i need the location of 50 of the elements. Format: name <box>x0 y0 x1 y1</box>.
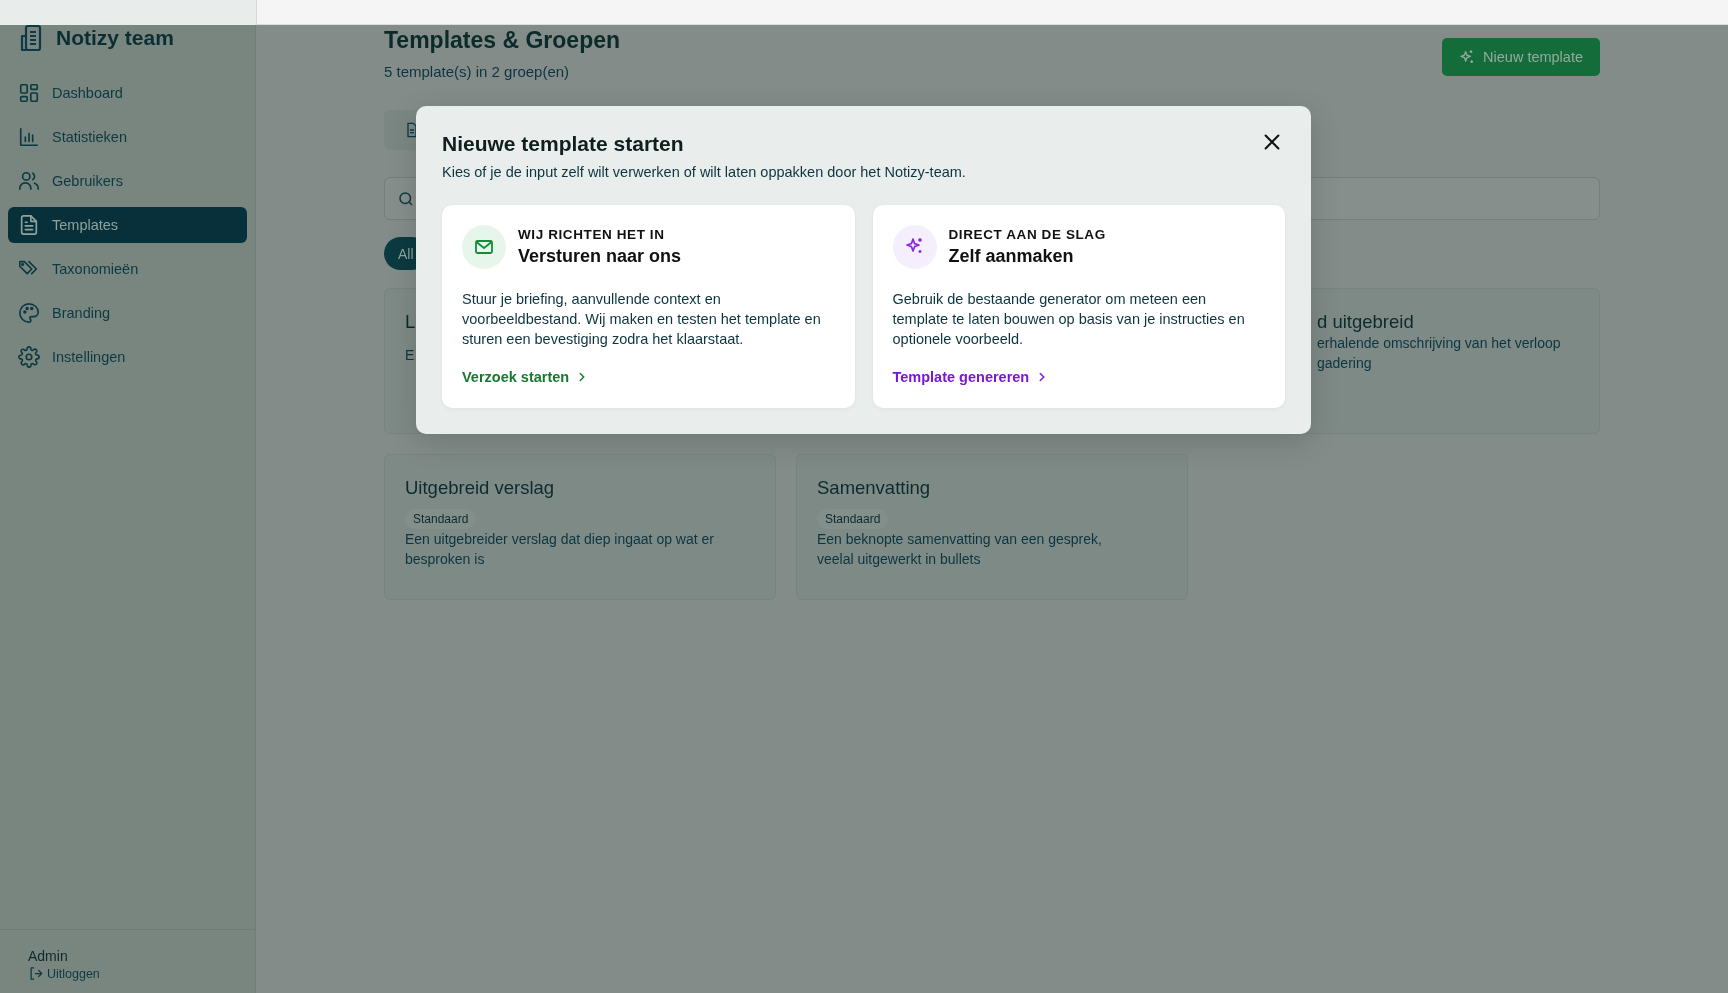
option-eyebrow: WIJ RICHTEN HET IN <box>518 227 666 242</box>
template-card[interactable]: Uitgebreid verslag Standaard Een uitgebreider verslag dat diep ingaat op wat er besproken is <box>384 454 776 600</box>
card-description: veelal uitgewerkt in bullets <box>817 550 981 569</box>
tag-label: Standaard <box>405 509 477 529</box>
new-template-button[interactable]: Nieuw template <box>1442 38 1600 76</box>
sidebar-item[interactable]: Statistieken <box>8 119 247 155</box>
sidebar-item[interactable]: Templates <box>8 207 247 243</box>
card-title: Samenvatting <box>817 477 931 499</box>
tag-label: Standaard <box>817 509 889 529</box>
dashboard-icon <box>18 82 40 104</box>
option-eyebrow: DIRECT AAN DE SLAG <box>948 227 1106 242</box>
card-title: Uitgebreid verslag <box>405 477 555 499</box>
sidebar-item[interactable]: Dashboard <box>8 75 247 111</box>
sparkle-icon <box>892 225 937 269</box>
modal-title: Nieuwe template starten <box>442 132 685 156</box>
sidebar-item[interactable]: Branding <box>8 295 247 331</box>
sparkle-icon <box>1459 49 1476 65</box>
option-card[interactable]: DIRECT AAN DE SLAG Zelf aanmaken Gebruik de bestaande generator om meteen een template te laten bouwen op basis van je instructies en optionele voorbeeld. Template genereren <box>872 205 1285 408</box>
settings-icon <box>18 346 40 368</box>
document-icon <box>18 214 40 236</box>
logout-link[interactable]: Uitloggen <box>28 966 100 981</box>
sidebar-item[interactable]: Gebruikers <box>8 163 247 199</box>
option-description: Stuur je briefing, aanvullende context en voorbeeldbestand. Wij maken en testen het template en sturen een bevestiging zodra het klaarstaat. <box>462 290 822 349</box>
page-title: Templates & Groepen <box>384 27 621 54</box>
option-title: Zelf aanmaken <box>948 246 1075 267</box>
page-subtitle: 5 template(s) in 2 groep(en) <box>384 63 571 80</box>
users-icon <box>18 170 40 192</box>
card-description: Een beknopte samenvatting van een gesprek, <box>817 530 1102 549</box>
card-title: L <box>405 311 416 333</box>
card-description: E <box>405 346 415 365</box>
card-title: d uitgebreid <box>1317 311 1414 333</box>
modal-subtitle: Kies of je de input zelf wilt verwerken of wilt laten oppakken door het Notizy-team. <box>442 164 966 180</box>
app-name: Notizy team <box>56 26 174 50</box>
sidebar-item[interactable]: Taxonomieën <box>8 251 247 287</box>
card-description: besproken is <box>405 550 485 569</box>
option-title: Versturen naar ons <box>518 246 682 267</box>
envelope-icon <box>462 225 506 269</box>
option-link[interactable]: Verzoek starten <box>462 369 590 385</box>
option-card[interactable]: WIJ RICHTEN HET IN Versturen naar ons Stuur je briefing, aanvullende context en voorbeeldbestand. Wij maken en testen het template en sturen een bevestiging zodra het klaarstaat. Verzoek starten <box>442 205 855 408</box>
bar-chart-icon <box>18 126 40 148</box>
card-description: erhalende omschrijving van het verloop <box>1317 334 1561 353</box>
logout-icon <box>28 966 43 981</box>
user-name: Admin <box>28 948 69 964</box>
sidebar-item[interactable]: Instellingen <box>8 339 247 375</box>
card-description: gadering <box>1317 354 1372 373</box>
search-icon <box>397 189 415 208</box>
option-link[interactable]: Template genereren <box>892 369 1050 385</box>
palette-icon <box>18 302 40 324</box>
template-card[interactable]: Samenvatting Standaard Een beknopte samenvatting van een gesprek, veelal uitgewerkt in bullets <box>796 454 1188 600</box>
card-description: Een uitgebreider verslag dat diep ingaat op wat er <box>405 530 714 549</box>
